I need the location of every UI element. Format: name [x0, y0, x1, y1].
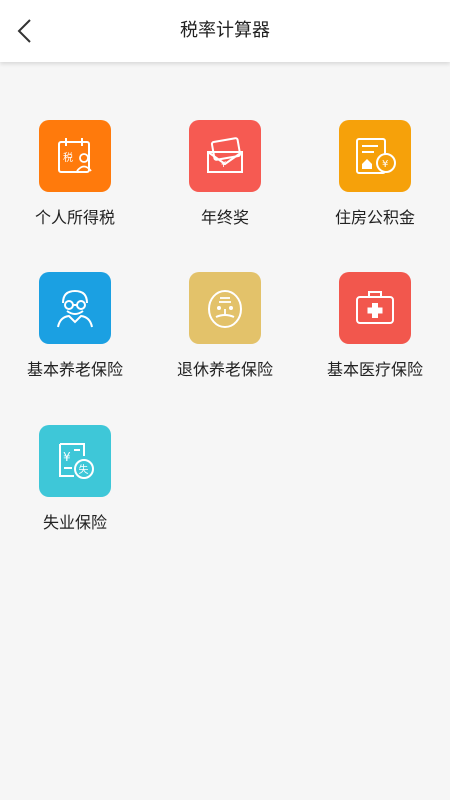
- tile-label: 住房公积金: [334, 208, 415, 227]
- tile-label: 失业保险: [42, 513, 107, 532]
- retiree-face-icon: [208, 290, 242, 328]
- tile-income-tax-bg: 税: [39, 120, 111, 192]
- medical-kit-icon: [356, 291, 394, 324]
- svg-text:¥: ¥: [382, 159, 388, 170]
- tile-basic-medical-bg: [339, 272, 411, 344]
- bonus-envelope-icon: ¥: [207, 137, 243, 173]
- header-bar: 税率计算器: [0, 0, 450, 62]
- tile-label: 基本医疗保险: [326, 360, 423, 379]
- tile-income-tax[interactable]: 税 个人所得税: [0, 120, 150, 240]
- tile-unemployment[interactable]: ¥ 失 失业保险: [0, 425, 150, 545]
- svg-text:¥: ¥: [221, 160, 226, 169]
- unemployment-icon: ¥ 失: [59, 443, 94, 479]
- page-title: 税率计算器: [180, 20, 270, 41]
- elder-person-icon: [57, 289, 93, 328]
- tile-housing-fund-bg: ¥: [339, 120, 411, 192]
- housing-fund-icon: ¥: [356, 138, 396, 174]
- tile-year-end-bonus[interactable]: ¥ 年终奖: [150, 120, 300, 240]
- tile-basic-pension-bg: [39, 272, 111, 344]
- tile-label: 年终奖: [200, 208, 249, 227]
- svg-text:失: 失: [79, 463, 89, 476]
- tile-unemployment-bg: ¥ 失: [39, 425, 111, 497]
- tile-year-end-bonus-bg: ¥: [189, 120, 261, 192]
- tile-label: 退休养老保险: [176, 360, 273, 379]
- svg-text:¥: ¥: [63, 450, 71, 464]
- tile-housing-fund[interactable]: ¥ 住房公积金: [300, 120, 450, 240]
- tile-label: 基本养老保险: [26, 360, 123, 379]
- tile-basic-pension[interactable]: 基本养老保险: [0, 272, 150, 392]
- tile-basic-medical[interactable]: 基本医疗保险: [300, 272, 450, 392]
- svg-text:税: 税: [63, 151, 73, 164]
- tile-label: 个人所得税: [34, 208, 115, 227]
- tax-person-icon: 税: [58, 138, 92, 173]
- tile-retirement-pension[interactable]: 退休养老保险: [150, 272, 300, 392]
- tile-retirement-pension-bg: [189, 272, 261, 344]
